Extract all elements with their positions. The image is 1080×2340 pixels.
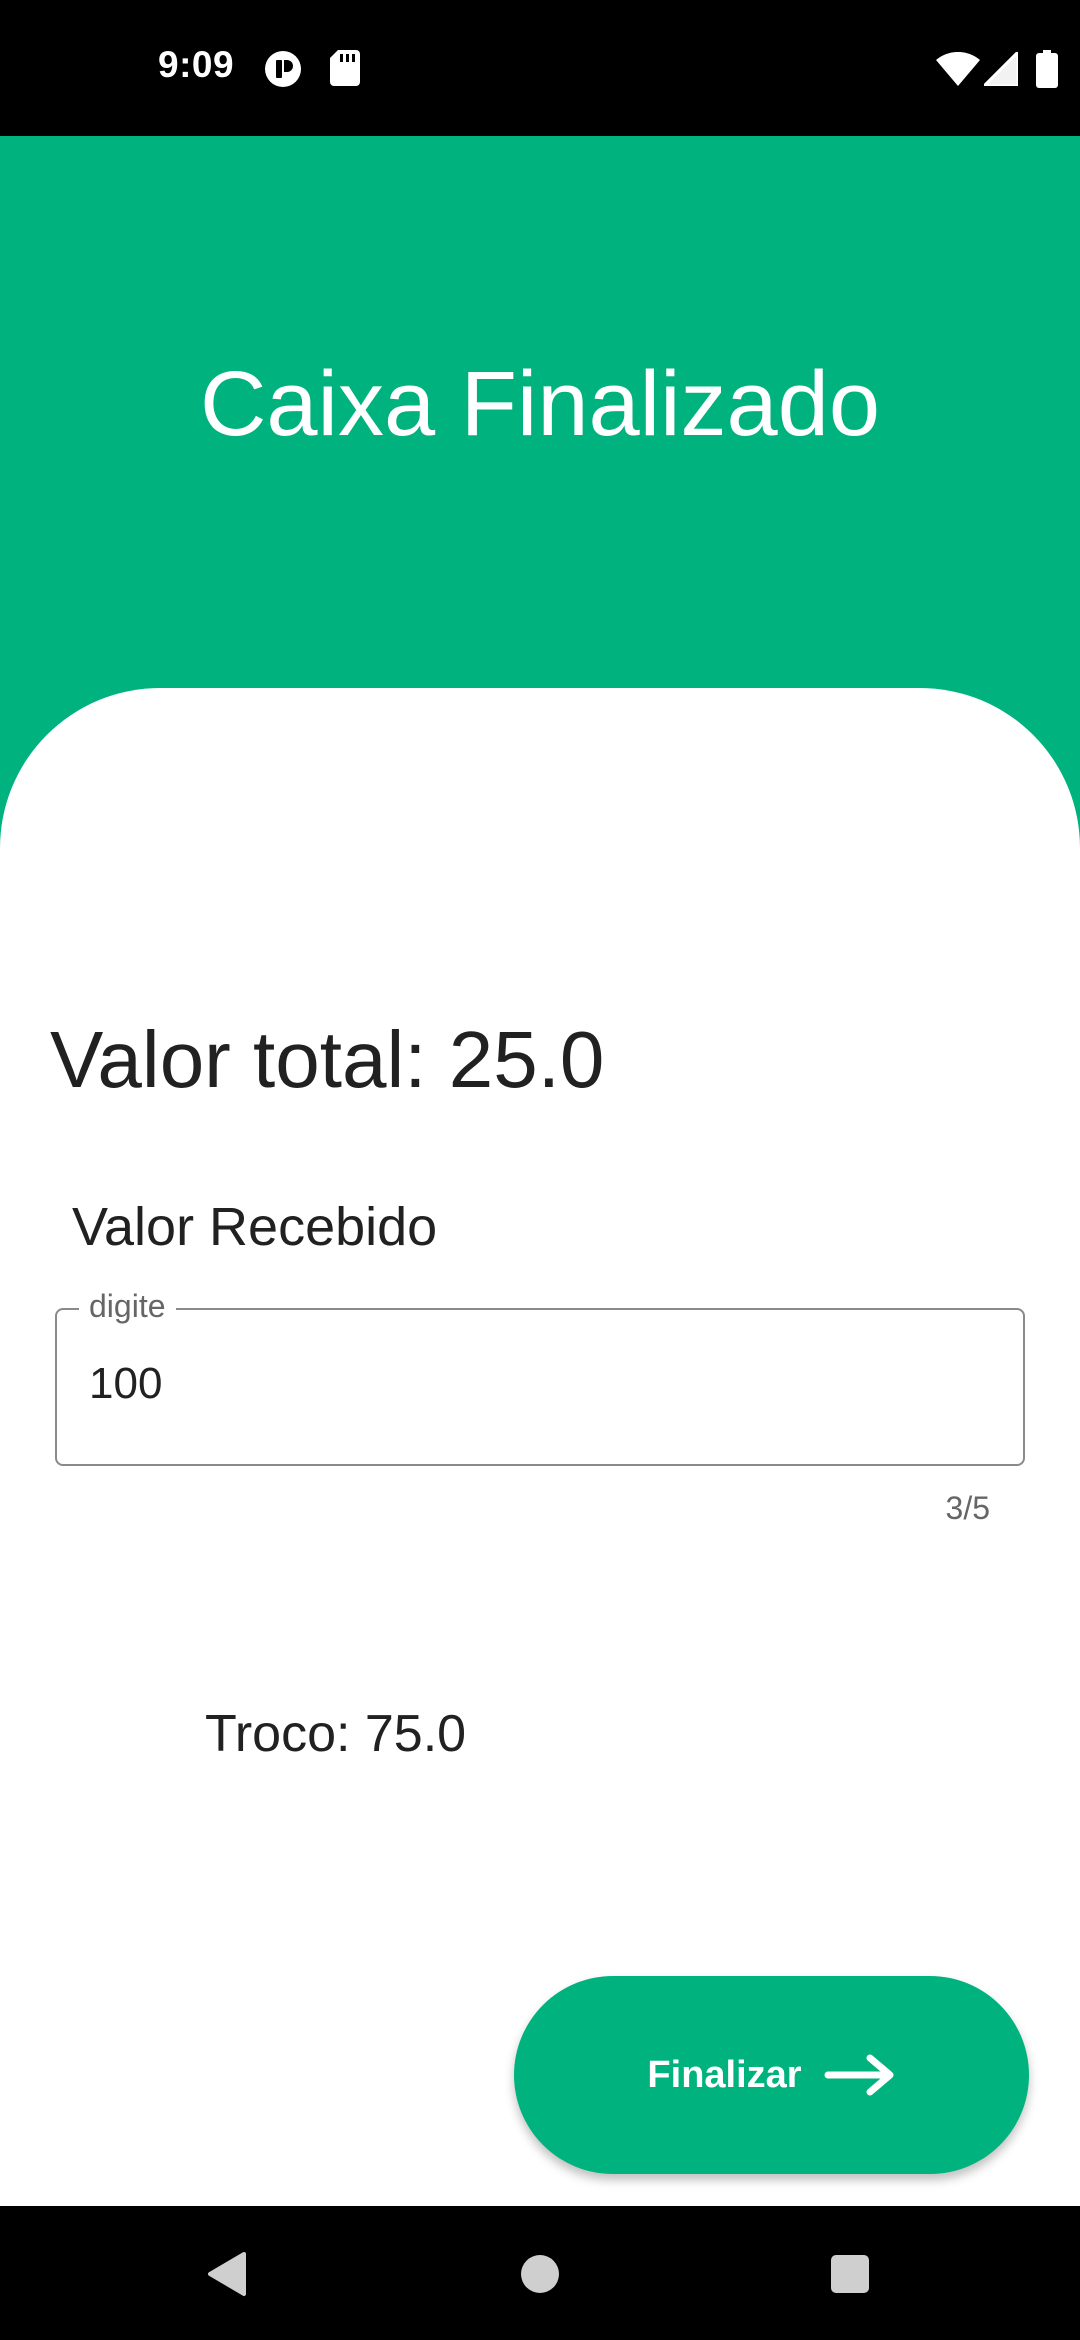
back-icon[interactable] [204,2250,248,2298]
header: Caixa Finalizado [0,136,1080,696]
battery-icon [1036,50,1058,88]
character-counter: 3/5 [945,1490,990,1526]
recents-icon[interactable] [830,2254,870,2294]
total-value-label: Valor total: 25.0 [50,1015,605,1104]
status-time: 9:09 [158,44,235,85]
notification-icon [265,51,301,87]
home-icon[interactable] [520,2254,560,2294]
signal-icon [984,52,1018,86]
screen: 9:09 Caixa Finalizado Valor total: 25.0 … [0,0,1080,2340]
received-value-label: Valor Recebido [72,1197,438,1257]
received-value-input-legend: digite [79,1290,176,1322]
status-bar: 9:09 [0,0,1080,136]
arrow-right-icon [824,2054,894,2096]
received-value-input-text[interactable]: 100 [89,1362,162,1406]
finalize-button[interactable]: Finalizar [514,1976,1029,2174]
change-value-label: Troco: 75.0 [205,1705,467,1763]
wifi-icon [936,52,980,86]
finalize-button-label: Finalizar [647,2053,802,2096]
received-value-input[interactable]: digite 100 [55,1290,1025,1466]
navigation-bar [0,2206,1080,2340]
page-title: Caixa Finalizado [199,353,881,455]
sd-card-icon [330,50,360,86]
